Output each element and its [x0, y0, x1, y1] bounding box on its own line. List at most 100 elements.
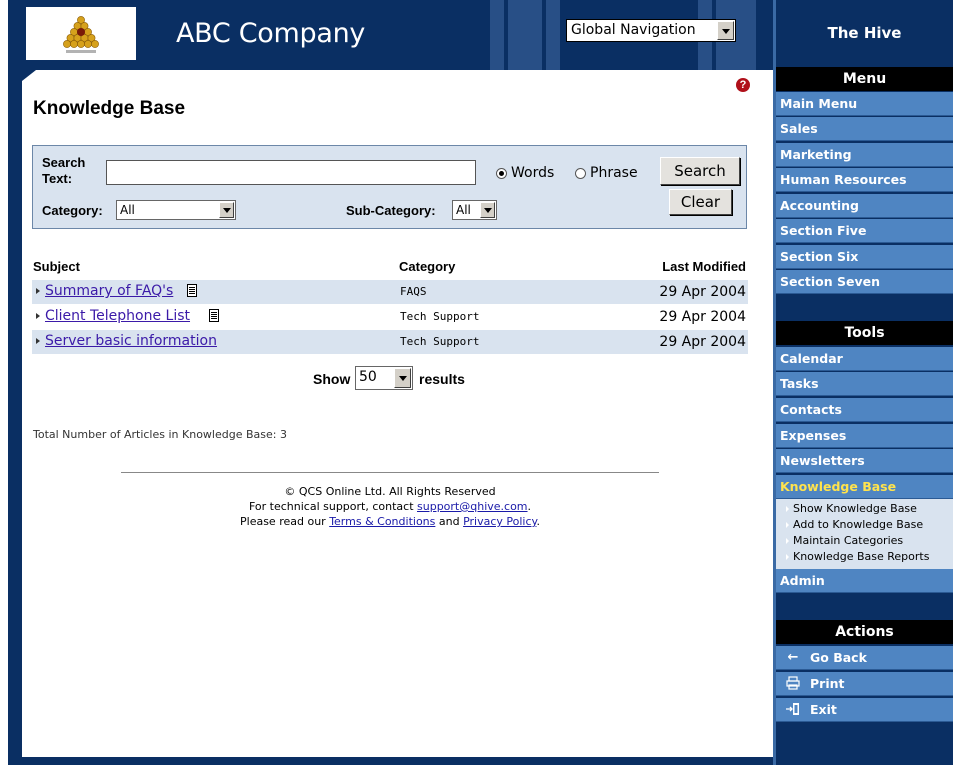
- words-radio[interactable]: [496, 168, 507, 179]
- menu-item-sales[interactable]: Sales: [776, 117, 953, 141]
- bullet-arrow-icon: [36, 288, 40, 294]
- bullet-arrow-icon: [786, 554, 789, 560]
- results-count-value: 50: [359, 369, 377, 385]
- submenu-maintain-categories[interactable]: Maintain Categories: [793, 534, 903, 547]
- read-suffix: .: [536, 515, 540, 528]
- terms-link[interactable]: Terms & Conditions: [329, 515, 435, 528]
- article-date: 29 Apr 2004: [659, 284, 746, 300]
- tools-item-newsletters[interactable]: Newsletters: [776, 449, 953, 473]
- menu-item-accounting[interactable]: Accounting: [776, 194, 953, 218]
- menu-item-section-five[interactable]: Section Five: [776, 219, 953, 243]
- bullet-arrow-icon: [786, 506, 789, 512]
- search-input[interactable]: [106, 160, 476, 185]
- action-print-label: Print: [810, 676, 845, 691]
- page-title: Knowledge Base: [33, 98, 186, 119]
- article-date: 29 Apr 2004: [659, 309, 746, 325]
- corner-decoration: [8, 70, 36, 92]
- support-line: For technical support, contact support@q…: [121, 500, 659, 513]
- privacy-link[interactable]: Privacy Policy: [463, 515, 536, 528]
- menu-header: Menu: [776, 67, 953, 91]
- global-navigation-select[interactable]: Global Navigation: [566, 19, 736, 42]
- support-email-link[interactable]: support@qhive.com: [417, 500, 528, 513]
- category-header[interactable]: Category: [399, 259, 455, 274]
- policy-line: Please read our Terms & Conditions and P…: [121, 515, 659, 528]
- action-exit[interactable]: Exit: [776, 698, 953, 722]
- support-prefix: For technical support, contact: [248, 500, 418, 513]
- menu-item-admin[interactable]: Admin: [776, 569, 953, 593]
- company-logo: [26, 7, 136, 60]
- bullet-arrow-icon: [36, 338, 40, 344]
- submenu-add-to-knowledge-base[interactable]: Add to Knowledge Base: [793, 518, 923, 531]
- article-link[interactable]: Client Telephone List: [45, 308, 190, 324]
- tools-item-calendar[interactable]: Calendar: [776, 347, 953, 371]
- menu-item-section-seven[interactable]: Section Seven: [776, 270, 953, 294]
- table-row: Client Telephone List Tech Support 29 Ap…: [32, 305, 748, 329]
- chevron-down-icon[interactable]: [219, 202, 234, 218]
- clear-button[interactable]: Clear: [669, 189, 732, 215]
- article-link[interactable]: Server basic information: [45, 333, 217, 349]
- search-text-label: Search Text:: [42, 155, 86, 186]
- show-label: Show: [313, 371, 351, 387]
- menu-item-marketing[interactable]: Marketing: [776, 143, 953, 167]
- chevron-down-icon[interactable]: [717, 21, 734, 40]
- results-label: results: [419, 371, 465, 387]
- menu-item-section-six[interactable]: Section Six: [776, 245, 953, 269]
- tools-item-knowledge-base[interactable]: Knowledge Base: [776, 475, 953, 499]
- article-link[interactable]: Summary of FAQ's: [45, 283, 173, 299]
- actions-header: Actions: [776, 620, 953, 644]
- category-label: Category:: [42, 203, 103, 218]
- left-frame: [8, 0, 22, 765]
- subject-header[interactable]: Subject: [33, 259, 80, 274]
- sidebar-title: The Hive: [827, 24, 902, 42]
- menu-item-main-menu[interactable]: Main Menu: [776, 92, 953, 116]
- tools-item-expenses[interactable]: Expenses: [776, 424, 953, 448]
- article-category: Tech Support: [400, 310, 480, 323]
- sub-category-label: Sub-Category:: [346, 203, 436, 218]
- phrase-radio[interactable]: [575, 168, 586, 179]
- support-suffix: .: [527, 500, 532, 513]
- and-text: and: [435, 515, 464, 528]
- results-count-select[interactable]: 50: [355, 366, 413, 390]
- chevron-down-icon[interactable]: [480, 202, 495, 218]
- submenu-knowledge-base-reports[interactable]: Knowledge Base Reports: [793, 550, 929, 563]
- bullet-arrow-icon: [786, 538, 789, 544]
- table-row: Summary of FAQ's FAQS 29 Apr 2004: [32, 280, 748, 304]
- document-icon[interactable]: [209, 309, 219, 322]
- total-articles-text: Total Number of Articles in Knowledge Ba…: [33, 428, 287, 441]
- bullet-arrow-icon: [36, 313, 40, 319]
- action-exit-label: Exit: [810, 702, 837, 717]
- printer-icon: [784, 672, 802, 698]
- submenu-show-knowledge-base[interactable]: Show Knowledge Base: [793, 502, 917, 515]
- sub-category-value: All: [456, 203, 471, 217]
- action-go-back-label: Go Back: [810, 650, 867, 665]
- copyright-text: © QCS Online Ltd. All Rights Reserved: [284, 485, 496, 498]
- footer-divider: [121, 472, 659, 473]
- article-category: Tech Support: [400, 335, 480, 348]
- search-button[interactable]: Search: [660, 157, 740, 185]
- bullet-arrow-icon: [786, 522, 789, 528]
- sub-category-select[interactable]: All: [452, 200, 497, 220]
- article-date: 29 Apr 2004: [659, 334, 746, 350]
- tools-header: Tools: [776, 321, 953, 345]
- document-icon[interactable]: [187, 284, 197, 297]
- chevron-down-icon[interactable]: [394, 368, 411, 388]
- tools-item-tasks[interactable]: Tasks: [776, 372, 953, 396]
- phrase-label: Phrase: [590, 165, 638, 181]
- category-value: All: [120, 203, 135, 217]
- action-go-back[interactable]: ← Go Back: [776, 646, 953, 670]
- bottom-frame: [8, 757, 773, 765]
- global-navigation-value: Global Navigation: [571, 22, 696, 38]
- table-row: Server basic information Tech Support 29…: [32, 330, 748, 354]
- category-select[interactable]: All: [116, 200, 236, 220]
- menu-item-human-resources[interactable]: Human Resources: [776, 168, 953, 192]
- question-icon[interactable]: ?: [736, 78, 750, 92]
- company-name: ABC Company: [176, 18, 366, 49]
- back-arrow-icon: ←: [787, 650, 799, 665]
- article-category: FAQS: [400, 285, 427, 298]
- action-print[interactable]: Print: [776, 672, 953, 696]
- read-prefix: Please read our: [240, 515, 330, 528]
- exit-icon: [784, 698, 802, 724]
- words-label: Words: [511, 165, 555, 181]
- last-modified-header[interactable]: Last Modified: [642, 259, 746, 274]
- tools-item-contacts[interactable]: Contacts: [776, 398, 953, 422]
